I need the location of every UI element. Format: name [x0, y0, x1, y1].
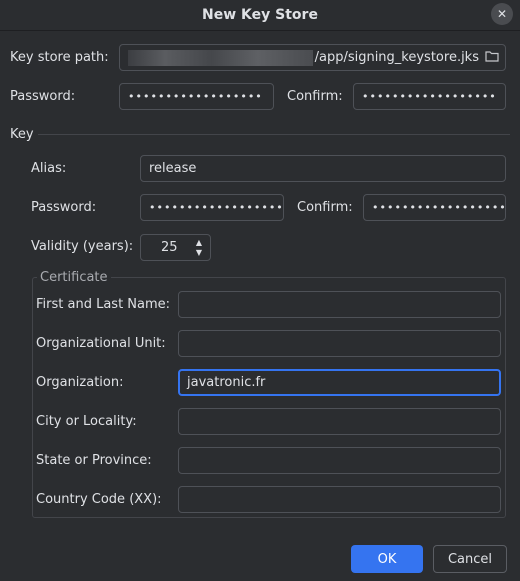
- keystore-password-label: Password:: [10, 89, 76, 104]
- key-password-label: Password:: [31, 200, 97, 215]
- spin-down-icon[interactable]: ▼: [196, 249, 202, 257]
- close-icon[interactable]: ✕: [491, 3, 513, 25]
- organization-field[interactable]: javatronic.fr: [178, 369, 501, 396]
- ok-button[interactable]: OK: [351, 545, 423, 573]
- cancel-button[interactable]: Cancel: [433, 545, 507, 573]
- country-code-field[interactable]: [178, 486, 501, 513]
- key-section-title: Key: [10, 127, 34, 142]
- org-unit-label: Organizational Unit:: [36, 336, 166, 351]
- folder-icon[interactable]: [485, 50, 499, 62]
- city-field[interactable]: [178, 408, 501, 435]
- keystore-password-field[interactable]: ••••••••••••••••••: [119, 83, 274, 110]
- keystore-path-field[interactable]: /app/signing_keystore.jks: [119, 44, 506, 71]
- key-confirm-field[interactable]: ••••••••••••••••••: [363, 194, 506, 221]
- certificate-title: Certificate: [37, 270, 111, 285]
- spinner-arrows[interactable]: ▲ ▼: [194, 239, 204, 257]
- organization-label: Organization:: [36, 375, 124, 390]
- country-code-label: Country Code (XX):: [36, 492, 162, 507]
- state-field[interactable]: [178, 447, 501, 474]
- city-label: City or Locality:: [36, 414, 137, 429]
- keystore-confirm-field[interactable]: ••••••••••••••••••: [353, 83, 506, 110]
- path-obscured: [128, 49, 313, 66]
- state-label: State or Province:: [36, 453, 152, 468]
- key-password-field[interactable]: ••••••••••••••••••: [140, 194, 284, 221]
- keystore-path-label: Key store path:: [10, 50, 109, 65]
- keystore-path-value: /app/signing_keystore.jks: [314, 50, 479, 65]
- validity-value: 25: [161, 240, 178, 255]
- spin-up-icon[interactable]: ▲: [196, 239, 202, 247]
- first-last-name-field[interactable]: [178, 291, 501, 318]
- key-section-divider: [38, 134, 510, 135]
- validity-spinner[interactable]: 25 ▲ ▼: [140, 234, 211, 261]
- title-bar: New Key Store ✕: [0, 0, 520, 31]
- alias-field[interactable]: release: [140, 155, 506, 182]
- org-unit-field[interactable]: [178, 330, 501, 357]
- dialog-title: New Key Store: [202, 7, 318, 23]
- validity-label: Validity (years):: [31, 239, 134, 254]
- keystore-confirm-label: Confirm:: [287, 89, 343, 104]
- key-confirm-label: Confirm:: [297, 200, 353, 215]
- first-last-name-label: First and Last Name:: [36, 297, 171, 312]
- alias-label: Alias:: [31, 161, 67, 176]
